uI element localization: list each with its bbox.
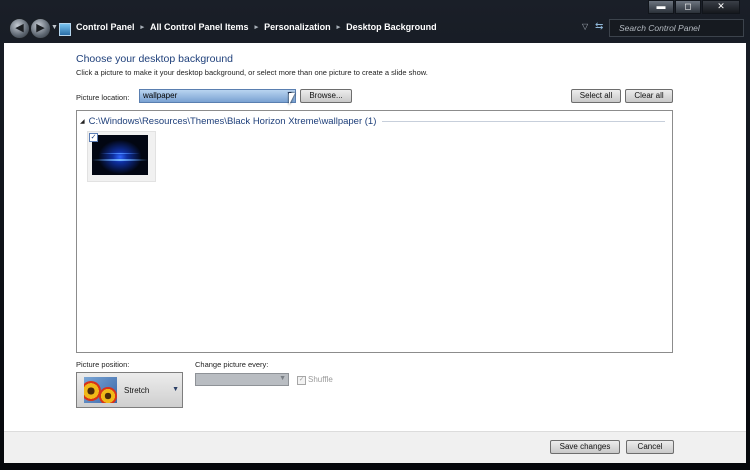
- breadcrumb-separator[interactable]: ▸: [141, 23, 145, 31]
- clear-all-button[interactable]: Clear all: [625, 89, 673, 103]
- light-streak: [100, 153, 140, 154]
- recent-pages-dropdown[interactable]: ▼: [51, 24, 58, 31]
- refresh-button[interactable]: ⇆: [595, 21, 603, 32]
- mouse-cursor-icon: [289, 93, 295, 105]
- address-dropdown[interactable]: ▽: [582, 22, 588, 31]
- breadcrumb-all-items[interactable]: All Control Panel Items: [150, 22, 249, 32]
- browse-button[interactable]: Browse...: [300, 89, 352, 103]
- picture-location-label: Picture location:: [76, 93, 130, 102]
- navigation-bar: ◀ ▶ ▼ Control Panel ▸ All Control Panel …: [4, 16, 746, 44]
- content-area: Choose your desktop background Click a p…: [4, 43, 746, 431]
- picture-position-label: Picture position:: [76, 360, 130, 369]
- breadcrumb-desktop-background[interactable]: Desktop Background: [346, 22, 437, 32]
- breadcrumb: Control Panel ▸ All Control Panel Items …: [76, 22, 437, 32]
- chevron-down-icon: ▼: [279, 375, 286, 382]
- maximize-button[interactable]: ◻: [675, 0, 701, 14]
- cancel-button[interactable]: Cancel: [626, 440, 674, 454]
- black-horizon-wallpaper-image: [92, 135, 148, 175]
- breadcrumb-separator[interactable]: ▸: [255, 23, 259, 31]
- shuffle-checkbox[interactable]: ✓: [297, 376, 306, 385]
- search-box[interactable]: Search Control Panel: [609, 19, 744, 37]
- control-panel-icon: [59, 23, 71, 36]
- picture-location-select[interactable]: wallpaper ▼: [139, 89, 296, 103]
- breadcrumb-personalization[interactable]: Personalization: [264, 22, 331, 32]
- back-button[interactable]: ◀: [9, 18, 30, 39]
- close-button[interactable]: ✕: [702, 0, 740, 14]
- chevron-down-icon: ▼: [172, 386, 179, 393]
- chevron-down-icon: ▼: [51, 24, 58, 31]
- change-picture-label: Change picture every:: [195, 360, 269, 369]
- forward-button[interactable]: ▶: [30, 18, 51, 39]
- window-frame: ▬ ◻ ✕ ◀ ▶ ▼ Control Panel ▸ All Control …: [0, 0, 750, 470]
- group-header[interactable]: ◢ C:\Windows\Resources\Themes\Black Hori…: [80, 116, 665, 127]
- thumbnail-checkbox[interactable]: ✓: [89, 133, 98, 142]
- button-bar: Save changes Cancel: [4, 431, 746, 463]
- back-arrow-icon: ◀: [15, 22, 24, 34]
- flower-preview-icon: [84, 377, 117, 403]
- save-changes-button[interactable]: Save changes: [550, 440, 620, 454]
- change-interval-select[interactable]: ▼: [195, 373, 289, 386]
- collapse-triangle-icon[interactable]: ◢: [80, 118, 85, 125]
- shuffle-label: Shuffle: [308, 375, 333, 384]
- forward-arrow-icon: ▶: [36, 22, 45, 34]
- group-divider: [382, 121, 665, 122]
- picture-location-value: wallpaper: [143, 91, 178, 100]
- breadcrumb-control-panel[interactable]: Control Panel: [76, 22, 135, 32]
- flower-shape: [99, 387, 117, 403]
- picture-position-value: Stretch: [124, 386, 150, 395]
- group-title: C:\Windows\Resources\Themes\Black Horizo…: [88, 116, 377, 127]
- chevron-down-icon: ▽: [582, 22, 589, 31]
- caption-buttons: ▬ ◻ ✕: [648, 0, 740, 14]
- light-streak: [92, 159, 148, 161]
- select-all-button[interactable]: Select all: [571, 89, 621, 103]
- picture-position-select[interactable]: Stretch ▼: [76, 372, 183, 408]
- picture-list[interactable]: ◢ C:\Windows\Resources\Themes\Black Hori…: [76, 110, 673, 353]
- wallpaper-thumbnail[interactable]: ✓: [87, 131, 156, 182]
- search-input[interactable]: Search Control Panel: [619, 23, 700, 33]
- page-description: Click a picture to make it your desktop …: [76, 68, 428, 77]
- refresh-icon: ⇆: [595, 21, 604, 32]
- breadcrumb-separator[interactable]: ▸: [337, 23, 341, 31]
- page-title: Choose your desktop background: [76, 53, 234, 65]
- minimize-button[interactable]: ▬: [648, 0, 674, 14]
